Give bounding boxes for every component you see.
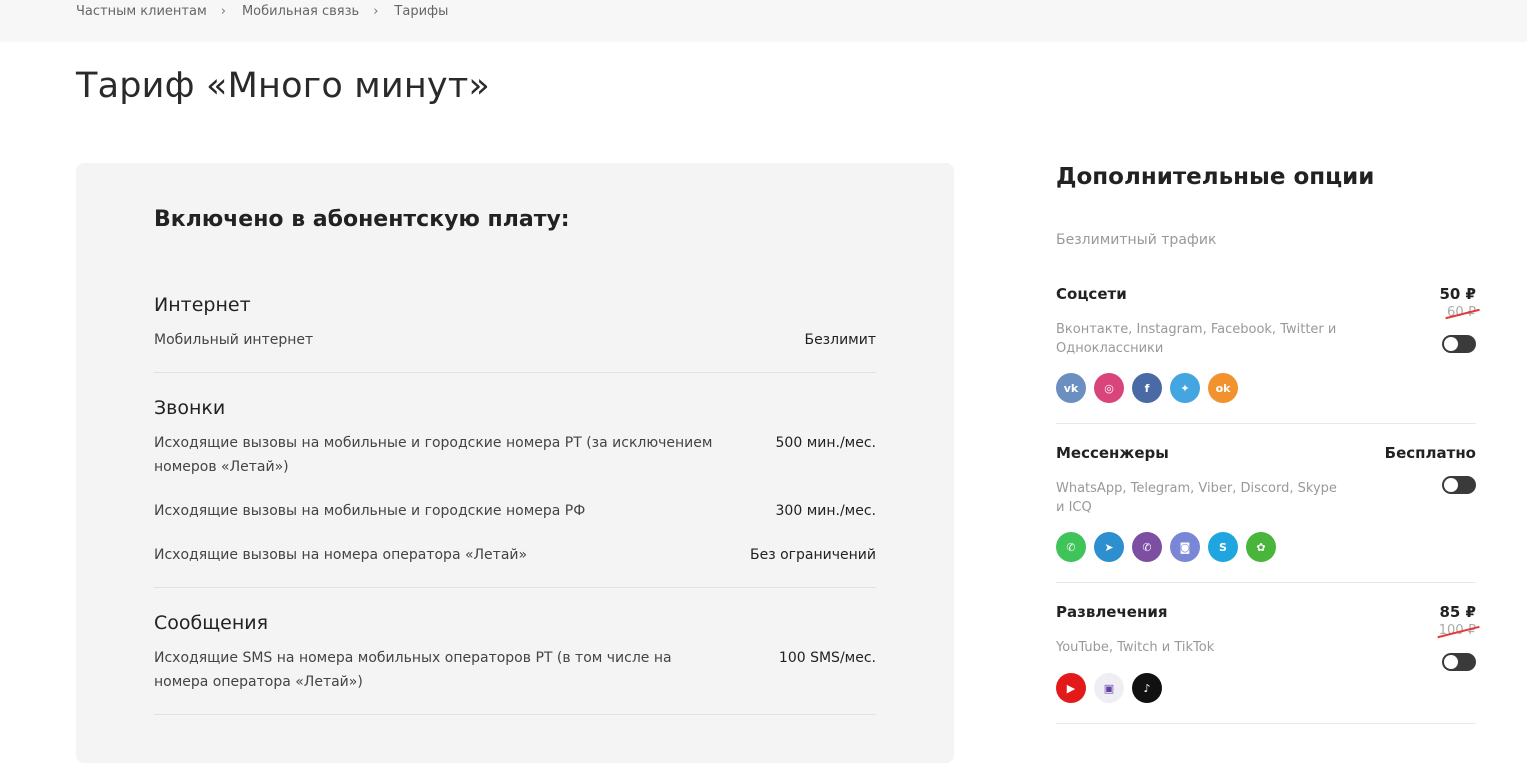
discord-icon: ◙ — [1170, 532, 1200, 562]
icq-icon: ✿ — [1246, 532, 1276, 562]
options-heading: Дополнительные опции — [1056, 164, 1375, 190]
included-card: Включено в абонентскую плату: Интернет М… — [76, 163, 954, 763]
page-title: Тариф «Много минут» — [76, 66, 491, 106]
youtube-icon: ▶ — [1056, 673, 1086, 703]
entertainment-icons: ▶ ▣ ♪ — [1056, 673, 1162, 703]
option-old-price: 100 ₽ — [1437, 623, 1480, 638]
option-description: WhatsApp, Telegram, Viber, Discord, Skyp… — [1056, 481, 1337, 515]
chevron-right-icon: › — [373, 4, 379, 19]
chevron-right-icon: › — [220, 4, 226, 19]
instagram-icon: ◎ — [1094, 373, 1124, 403]
included-row: Исходящие вызовы на мобильные и городски… — [154, 499, 876, 523]
vk-icon: vk — [1056, 373, 1086, 403]
included-row: Исходящие вызовы на мобильные и городски… — [154, 431, 876, 479]
row-label: Исходящие вызовы на мобильные и городски… — [154, 503, 586, 519]
option-old-price: 60 ₽ — [1445, 305, 1480, 320]
divider — [1056, 723, 1476, 724]
row-value: Безлимит — [804, 332, 876, 348]
section-title-messages: Сообщения — [154, 612, 269, 634]
breadcrumb-bar: Частным клиентам › Мобильная связь › Тар… — [0, 0, 1527, 42]
divider — [1056, 423, 1476, 424]
tiktok-icon: ♪ — [1132, 673, 1162, 703]
row-label: Мобильный интернет — [154, 332, 314, 348]
options-subheading: Безлимитный трафик — [1056, 232, 1217, 248]
skype-icon: S — [1208, 532, 1238, 562]
twitter-icon: ✦ — [1170, 373, 1200, 403]
included-row: Мобильный интернет Безлимит — [154, 328, 876, 352]
whatsapp-icon: ✆ — [1056, 532, 1086, 562]
option-description: YouTube, Twitch и TikTok — [1056, 640, 1215, 655]
row-value: 300 мин./мес. — [775, 503, 876, 519]
included-row: Исходящие вызовы на номера оператора «Ле… — [154, 543, 876, 567]
viber-icon: ✆ — [1132, 532, 1162, 562]
divider — [154, 587, 876, 588]
social-icons: vk ◎ f ✦ ok — [1056, 373, 1238, 403]
row-value: 100 SMS/мес. — [778, 650, 876, 666]
option-name-social: Соцсети — [1056, 285, 1127, 303]
option-name-messengers: Мессенжеры — [1056, 444, 1169, 462]
row-value: Без ограничений — [750, 547, 876, 563]
row-value: 500 мин./мес. — [775, 435, 876, 451]
breadcrumb-private-clients[interactable]: Частным клиентам — [76, 4, 207, 19]
option-name-entertainment: Развлечения — [1056, 603, 1168, 621]
facebook-icon: f — [1132, 373, 1162, 403]
divider — [154, 714, 876, 715]
row-label: Исходящие SMS на номера мобильных операт… — [154, 650, 672, 690]
breadcrumb-mobile[interactable]: Мобильная связь — [242, 4, 359, 19]
section-title-calls: Звонки — [154, 397, 226, 419]
option-price: 85 ₽ — [1439, 603, 1476, 621]
option-toggle-messengers[interactable] — [1442, 476, 1476, 494]
option-toggle-entertainment[interactable] — [1442, 653, 1476, 671]
row-label: Исходящие вызовы на номера оператора «Ле… — [154, 547, 528, 563]
option-toggle-social[interactable] — [1442, 335, 1476, 353]
twitch-icon: ▣ — [1094, 673, 1124, 703]
option-price: 50 ₽ — [1439, 285, 1476, 303]
option-description: Вконтакте, Instagram, Facebook, Twitter … — [1056, 322, 1337, 356]
messenger-icons: ✆ ➤ ✆ ◙ S ✿ — [1056, 532, 1276, 562]
breadcrumb-tariffs[interactable]: Тарифы — [394, 4, 448, 19]
breadcrumb: Частным клиентам › Мобильная связь › Тар… — [76, 4, 448, 19]
divider — [154, 372, 876, 373]
section-title-internet: Интернет — [154, 294, 251, 316]
odnoklassniki-icon: ok — [1208, 373, 1238, 403]
divider — [1056, 582, 1476, 583]
included-row: Исходящие SMS на номера мобильных операт… — [154, 646, 876, 694]
included-heading: Включено в абонентскую плату: — [154, 207, 570, 232]
telegram-icon: ➤ — [1094, 532, 1124, 562]
option-price: Бесплатно — [1384, 444, 1476, 462]
row-label: Исходящие вызовы на мобильные и городски… — [154, 435, 713, 475]
